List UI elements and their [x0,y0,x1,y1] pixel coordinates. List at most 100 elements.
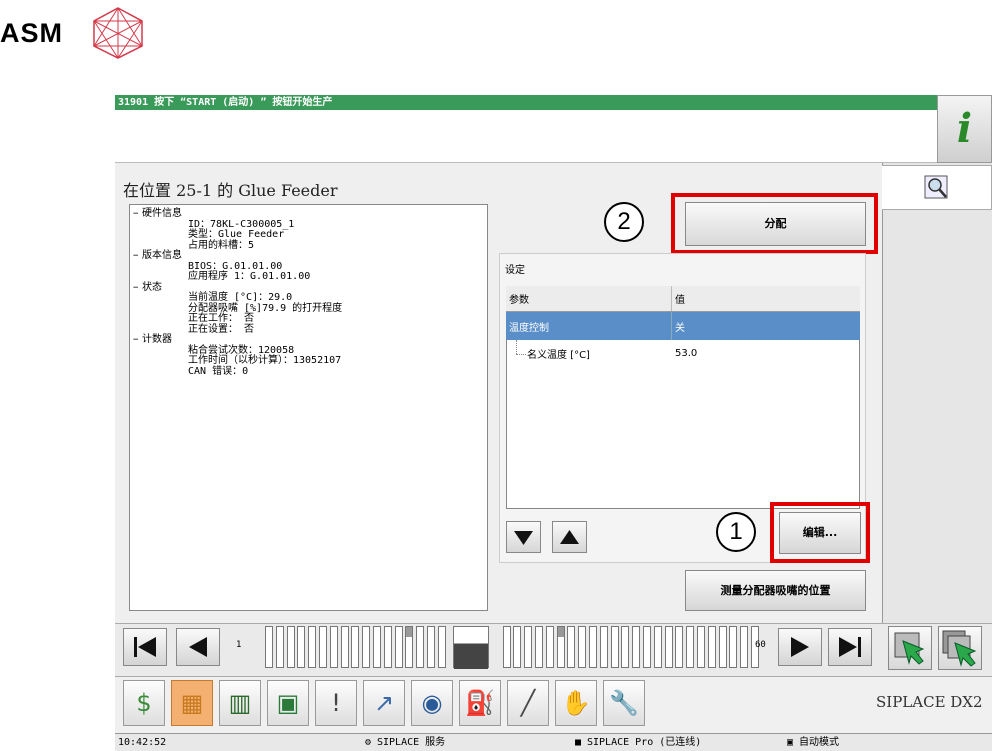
feeder-slot[interactable] [394,626,403,668]
bar-chart-button[interactable]: ▥ [219,680,261,726]
feeder-slot[interactable] [610,626,619,668]
camera-icon: ◉ [421,689,443,717]
tree-text: BIOS：G.01.01.00 [188,260,283,272]
tree-text: 版本信息 [142,250,182,261]
feeder-slot[interactable] [686,626,695,668]
feeder-slot[interactable] [275,626,284,668]
asm-logo-icon [93,7,143,59]
wrench-button[interactable]: 🔧 [603,680,645,726]
feeder-slot[interactable] [664,626,673,668]
assign-button[interactable]: 分配 [685,202,866,246]
feeder-slot[interactable] [351,626,360,668]
status-time: 10:42:52 [118,737,167,748]
column-header-value: 值 [675,295,685,306]
feeder-slot[interactable] [383,626,392,668]
feeder-slot[interactable] [589,626,597,668]
feeder-slot[interactable] [697,626,705,668]
feeder-slot[interactable] [319,626,327,668]
feeder-slot[interactable] [545,626,554,668]
arrow-left-icon [189,637,207,657]
tree-group[interactable]: − 计数器 [130,334,487,346]
feeder-slot[interactable] [578,626,587,668]
warning-pages-button[interactable]: ! [315,680,357,726]
feeder-slot[interactable] [427,626,435,668]
go-all-stations-button[interactable] [938,626,982,670]
feeder-slot[interactable] [362,626,371,668]
tab-view[interactable] [882,165,992,210]
row-param: 温度控制 [509,322,549,334]
collapse-icon[interactable]: − [133,335,138,346]
feeder-grid-button[interactable]: ▦ [171,680,213,726]
collapse-icon[interactable]: − [133,251,138,262]
oil-can-icon: ⛽ [465,689,495,717]
camera-button[interactable]: ◉ [411,680,453,726]
status-service: SIPLACE 服务 [377,737,446,748]
tree-group[interactable]: − 版本信息 [130,250,487,262]
go-station-button[interactable] [888,626,932,670]
feeder-slot[interactable] [405,626,414,668]
feeder-slot[interactable] [621,626,630,668]
tree-text: CAN 错误：0 [188,365,249,377]
selected-slot[interactable] [453,626,489,669]
feeder-slot[interactable] [707,626,716,668]
move-up-button[interactable] [552,521,587,553]
previous-slot-button[interactable] [176,628,220,666]
money-stack-button[interactable]: $ [123,680,165,726]
tree-text: 应用程序 1：G.01.01.00 [188,271,311,282]
feeder-slot[interactable] [502,626,511,668]
callout-2: 2 [604,202,644,242]
feeder-slot[interactable] [675,626,684,668]
measure-nozzle-button[interactable]: 测量分配器吸嘴的位置 [685,570,866,611]
edit-button[interactable]: 编辑... [779,512,861,554]
tree-text: 类型：Glue Feeder [188,229,285,240]
feeder-info-tree[interactable]: − 硬件信息 ID：78KL-C300005_1 类型：Glue Feeder 占用的料… [129,204,488,611]
feeder-slot[interactable] [535,626,543,668]
asm-logo-text: ASM [0,18,63,48]
hand-gear-button[interactable]: ✋ [555,680,597,726]
tree-group[interactable]: − 状态 [130,282,487,294]
feeder-slot[interactable] [286,626,295,668]
info-button[interactable]: i [937,95,992,163]
feeder-slot[interactable] [340,626,349,668]
feeder-slot[interactable] [524,626,533,668]
tree-item: 分配器吸嘴 [%]79.9 的打开程度 [130,303,487,315]
table-row[interactable]: 名义温度 [°C] 53.0 [506,340,860,366]
oil-can-button[interactable]: ⛽ [459,680,501,726]
feeder-slot[interactable] [297,626,306,668]
feeder-slot[interactable] [643,626,651,668]
feeder-slot[interactable] [329,626,338,668]
feeder-slot[interactable] [416,626,425,668]
last-slot-number: 60 [755,640,766,650]
circuit-board-button[interactable]: ▣ [267,680,309,726]
last-slot-button[interactable] [828,628,872,666]
feeder-slot[interactable] [653,626,662,668]
feeder-slot[interactable] [729,626,738,668]
feeder-slot[interactable] [632,626,641,668]
feeder-slot[interactable] [556,626,565,668]
feeder-slot[interactable] [567,626,576,668]
table-row[interactable]: 温度控制 关 [506,312,860,340]
feeder-slot[interactable] [599,626,608,668]
magnifier-icon [924,175,948,199]
tree-item: 工作时间（以秒计算）：13052107 [130,355,487,367]
feeder-slot[interactable] [437,626,446,668]
feeder-slot[interactable] [718,626,727,668]
feeder-slot[interactable] [373,626,381,668]
tree-text: 占用的料槽：5 [188,239,255,251]
skip-first-icon [134,637,156,657]
move-down-button[interactable] [506,521,541,553]
nozzle-tool-button[interactable]: ╱ [507,680,549,726]
feeder-slot[interactable] [513,626,522,668]
next-slot-button[interactable] [778,628,822,666]
collapse-icon[interactable]: − [133,209,138,220]
feeder-slot[interactable] [740,626,749,668]
feeder-slot[interactable] [308,626,317,668]
collapse-icon[interactable]: − [133,283,138,294]
nozzle-tool-icon: ╱ [520,689,536,717]
tree-text: 硬件信息 [142,208,182,219]
status-mode: 自动模式 [799,737,839,748]
line-graph-button[interactable]: ↗ [363,680,405,726]
tree-group[interactable]: − 硬件信息 [130,208,487,220]
first-slot-button[interactable] [123,628,167,666]
feeder-slot[interactable] [265,626,273,668]
